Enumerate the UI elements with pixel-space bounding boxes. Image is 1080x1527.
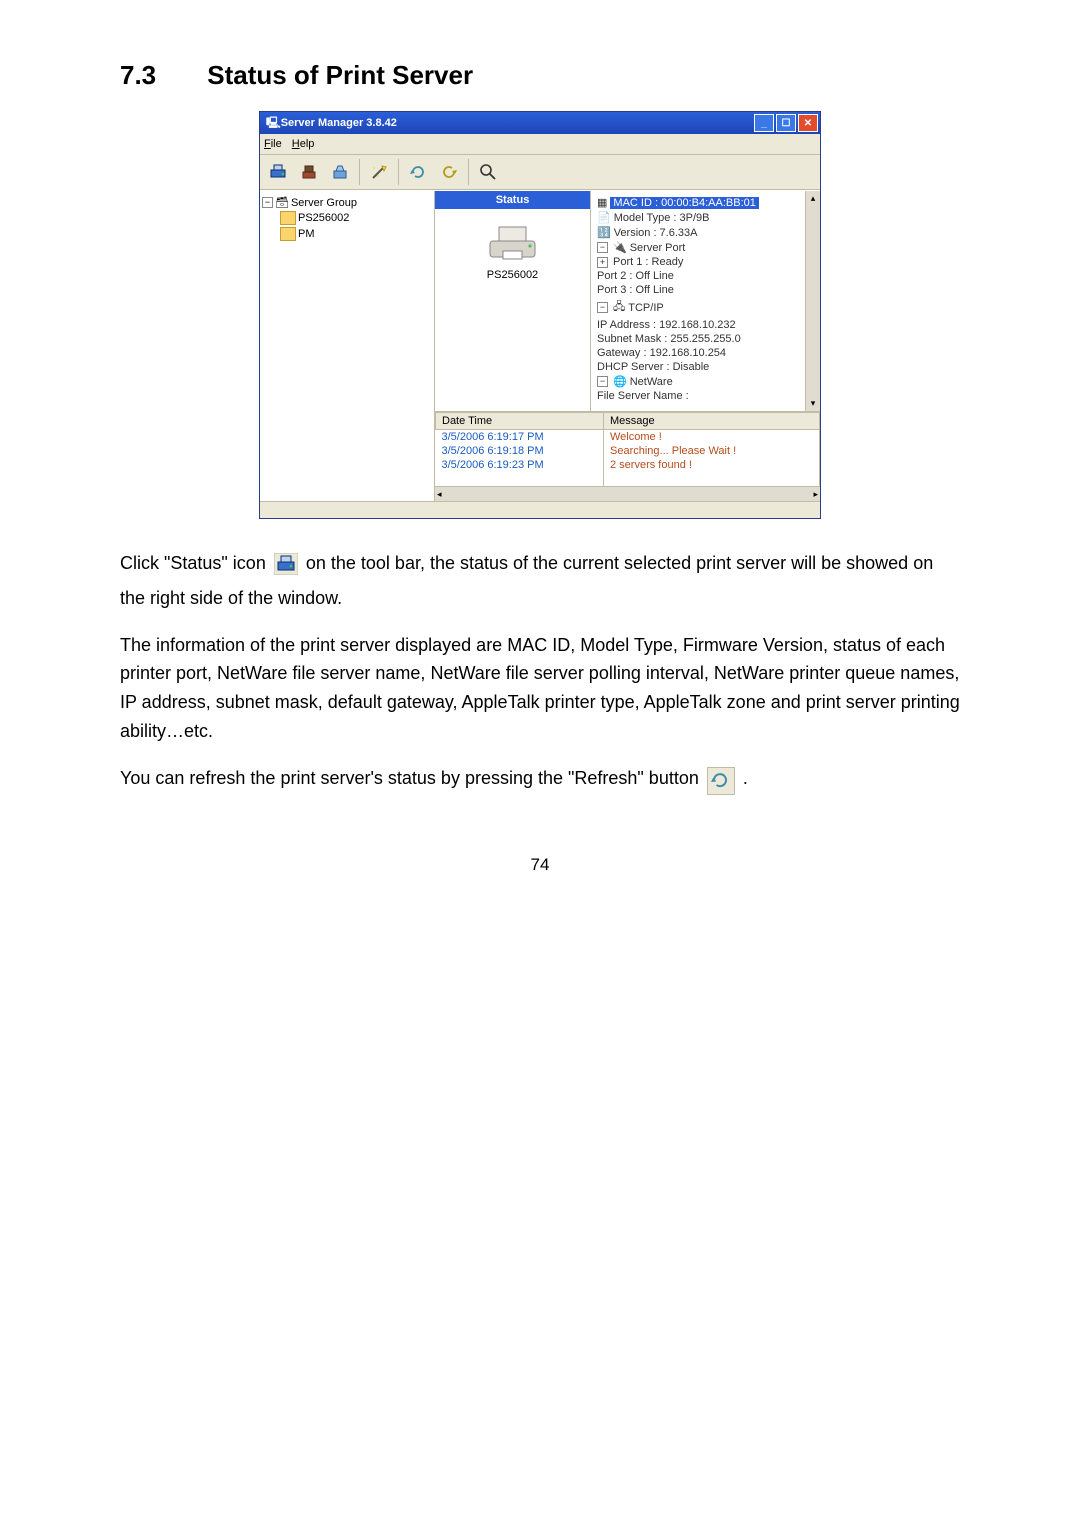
table-row: 3/5/2006 6:19:23 PM2 servers found ! — [436, 458, 820, 472]
section-title: Status of Print Server — [207, 60, 473, 90]
detail-subnet: Subnet Mask : 255.255.255.0 — [597, 333, 741, 345]
toolbar-separator — [359, 159, 360, 185]
paragraph-1: Click "Status" icon on the tool bar, the… — [120, 549, 960, 613]
status-column: Status PS256002 — [435, 191, 591, 411]
detail-serverport: Server Port — [630, 242, 686, 254]
wizard-tool-icon[interactable] — [365, 158, 393, 186]
client-area: − 🗃 Server Group PS256002 PM — [260, 190, 820, 501]
menu-bar: File Help — [260, 134, 820, 155]
tree-pane: − 🗃 Server Group PS256002 PM — [260, 191, 435, 501]
tree-root[interactable]: − 🗃 Server Group — [262, 195, 432, 210]
window-title: Server Manager 3.8.42 — [281, 117, 752, 129]
detail-netware: NetWare — [630, 376, 673, 388]
tcpip-icon: 🖧 — [613, 298, 625, 317]
log-panel: Date Time Message 3/5/2006 6:19:17 PMWel… — [435, 411, 820, 501]
section-heading: 7.3 Status of Print Server — [120, 60, 960, 91]
toolbar — [260, 155, 820, 190]
section-number: 7.3 — [120, 60, 200, 91]
folder-icon — [280, 227, 296, 241]
detail-tree: ▦MAC ID : 00:00:B4:AA:BB:01 📄Model Type … — [591, 191, 805, 411]
netware-icon: 🌐 — [613, 375, 627, 388]
chip-icon: ▦ — [597, 196, 607, 209]
maximize-button[interactable]: ☐ — [776, 114, 796, 132]
app-window: 🖳 Server Manager 3.8.42 _ ☐ ✕ File Help — [259, 111, 821, 519]
status-tool-icon[interactable] — [264, 158, 292, 186]
detail-mac: MAC ID : 00:00:B4:AA:BB:01 — [610, 197, 758, 209]
horizontal-scrollbar[interactable]: ◂▸ — [435, 486, 820, 501]
status-header: Status — [435, 191, 590, 209]
detail-dhcp: DHCP Server : Disable — [597, 361, 709, 373]
table-row: 3/5/2006 6:19:18 PMSearching... Please W… — [436, 444, 820, 458]
col-datetime[interactable]: Date Time — [436, 413, 604, 430]
refresh-icon-inline — [707, 767, 735, 795]
right-pane: Status PS256002 ▦MAC ID : 00 — [435, 191, 820, 501]
detail-version: Version : 7.6.33A — [614, 227, 698, 239]
detail-tcpip: TCP/IP — [628, 302, 663, 314]
detail-model: Model Type : 3P/9B — [614, 212, 710, 224]
reboot-tool-icon[interactable] — [435, 158, 463, 186]
screenshot: 🖳 Server Manager 3.8.42 _ ☐ ✕ File Help — [120, 111, 960, 519]
col-message[interactable]: Message — [604, 413, 820, 430]
version-icon: 🔢 — [597, 226, 611, 239]
toolbar-separator — [468, 159, 469, 185]
general-tool-icon[interactable] — [326, 158, 354, 186]
printer-name: PS256002 — [487, 269, 538, 281]
search-tool-icon[interactable] — [474, 158, 502, 186]
paragraph-3: You can refresh the print server's statu… — [120, 764, 960, 795]
detail-port1: Port 1 : Ready — [613, 256, 683, 268]
app-icon: 🖳 — [266, 114, 281, 133]
refresh-tool-icon[interactable] — [404, 158, 432, 186]
vertical-scrollbar[interactable]: ▴▾ — [805, 191, 820, 411]
folder-icon — [280, 211, 296, 225]
status-icon-inline — [274, 553, 298, 584]
window-titlebar: 🖳 Server Manager 3.8.42 _ ☐ ✕ — [260, 112, 820, 134]
table-row: 3/5/2006 6:19:17 PMWelcome ! — [436, 430, 820, 445]
servers-icon: 🗃 — [275, 196, 289, 209]
model-icon: 📄 — [597, 211, 611, 224]
menu-file[interactable]: File — [264, 138, 282, 150]
minimize-button[interactable]: _ — [754, 114, 774, 132]
detail-fileserver: File Server Name : — [597, 390, 689, 402]
toolbar-separator — [398, 159, 399, 185]
page-number: 74 — [120, 855, 960, 875]
detail-ip: IP Address : 192.168.10.232 — [597, 319, 736, 331]
setup-tool-icon[interactable] — [295, 158, 323, 186]
tree-item-pm[interactable]: PM — [262, 226, 432, 242]
printer-graphic: PS256002 — [485, 223, 540, 281]
menu-help[interactable]: Help — [292, 138, 315, 150]
paragraph-2: The information of the print server disp… — [120, 631, 960, 746]
detail-port3: Port 3 : Off Line — [597, 284, 674, 296]
port-icon: 🔌 — [613, 241, 627, 254]
window-statusbar — [260, 501, 820, 518]
detail-gateway: Gateway : 192.168.10.254 — [597, 347, 726, 359]
detail-port2: Port 2 : Off Line — [597, 270, 674, 282]
close-button[interactable]: ✕ — [798, 114, 818, 132]
tree-item-ps[interactable]: PS256002 — [262, 210, 432, 226]
